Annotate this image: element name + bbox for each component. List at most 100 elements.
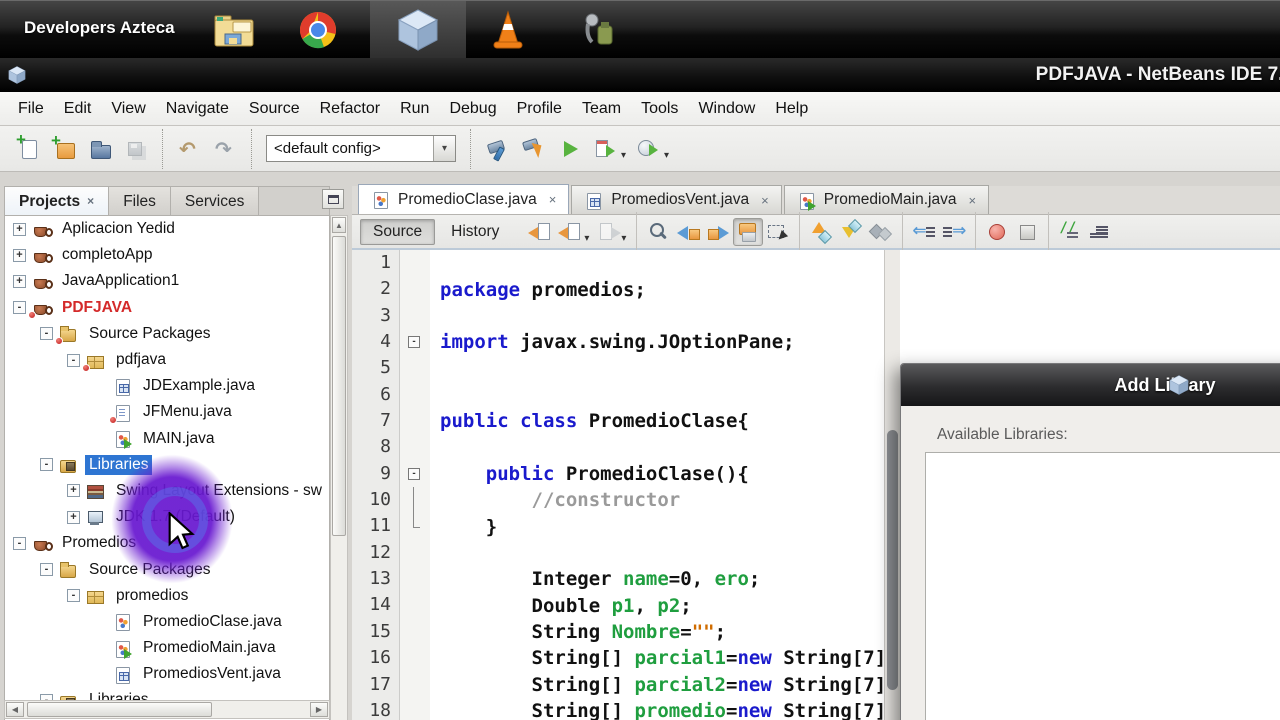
tree-expand-handle[interactable]: - xyxy=(13,301,26,314)
title-bar[interactable]: PDFJAVA - NetBeans IDE 7.2 xyxy=(0,58,1280,92)
netbeans-taskbar-item[interactable] xyxy=(370,1,466,59)
close-icon[interactable]: × xyxy=(549,192,557,207)
comment-button[interactable] xyxy=(1055,218,1085,246)
tree-row[interactable]: -pdfjava xyxy=(5,347,329,373)
menu-navigate[interactable]: Navigate xyxy=(156,93,239,125)
minimize-panel-button[interactable] xyxy=(322,189,344,209)
tree-vscroll-thumb[interactable] xyxy=(332,236,346,536)
code-line[interactable]: 4-import javax.swing.JOptionPane; xyxy=(352,329,1280,355)
close-icon[interactable]: × xyxy=(87,188,94,215)
editor-tab-promediosvent.java[interactable]: PromediosVent.java× xyxy=(571,185,781,214)
fold-collapse-icon[interactable]: - xyxy=(408,468,420,480)
code-line[interactable]: 3 xyxy=(352,303,1280,329)
undo-button[interactable] xyxy=(171,131,207,167)
tree-row[interactable]: MAIN.java xyxy=(5,426,329,452)
scroll-up-icon[interactable]: ▲ xyxy=(332,217,346,233)
tree-expand-handle[interactable]: + xyxy=(67,511,80,524)
menu-run[interactable]: Run xyxy=(390,93,439,125)
config-combo[interactable]: <default config>▾ xyxy=(266,135,456,162)
forward-button[interactable] xyxy=(593,218,623,246)
vlc-icon[interactable] xyxy=(486,9,530,51)
menu-help[interactable]: Help xyxy=(765,93,818,125)
tree-row[interactable]: -PDFJAVA xyxy=(5,295,329,321)
tree-expand-handle[interactable]: - xyxy=(67,354,80,367)
tree-expand-handle[interactable]: + xyxy=(13,275,26,288)
menu-team[interactable]: Team xyxy=(572,93,631,125)
menu-source[interactable]: Source xyxy=(239,93,310,125)
last-edit-button[interactable] xyxy=(526,218,556,246)
rect-selection-button[interactable] xyxy=(763,218,793,246)
tree-row[interactable]: -Source Packages xyxy=(5,321,329,347)
tree-row[interactable]: +JavaApplication1 xyxy=(5,268,329,294)
record-macro-button[interactable] xyxy=(982,218,1012,246)
open-project-button[interactable] xyxy=(82,131,118,167)
find-next-button[interactable] xyxy=(703,218,733,246)
new-project-button[interactable] xyxy=(46,131,82,167)
chrome-icon[interactable] xyxy=(296,9,340,51)
tree-vertical-scrollbar[interactable]: ▲ ▼ xyxy=(330,215,348,720)
scroll-left-icon[interactable]: ◀ xyxy=(6,702,24,717)
tree-expand-handle[interactable]: - xyxy=(67,589,80,602)
menu-debug[interactable]: Debug xyxy=(439,93,506,125)
editor-vertical-scrollbar[interactable] xyxy=(884,250,900,720)
prev-bookmark-button[interactable] xyxy=(806,218,836,246)
history-view-button[interactable]: History xyxy=(439,220,511,244)
menu-profile[interactable]: Profile xyxy=(507,93,572,125)
shift-left-button[interactable] xyxy=(909,218,939,246)
menu-refactor[interactable]: Refactor xyxy=(310,93,390,125)
source-view-button[interactable]: Source xyxy=(360,219,435,245)
profile-button[interactable] xyxy=(630,131,666,167)
menu-file[interactable]: File xyxy=(8,93,54,125)
tree-expand-handle[interactable]: + xyxy=(13,249,26,262)
debug-button[interactable] xyxy=(587,131,623,167)
shift-right-button[interactable] xyxy=(939,218,969,246)
scroll-right-icon[interactable]: ▶ xyxy=(310,702,328,717)
panel-tab-services[interactable]: Services xyxy=(171,187,259,215)
fold-collapse-icon[interactable]: - xyxy=(408,336,420,348)
find-previous-button[interactable] xyxy=(673,218,703,246)
dialog-title-bar[interactable]: Add Library xyxy=(901,364,1280,406)
tree-expand-handle[interactable]: + xyxy=(67,484,80,497)
toggle-bookmark-button[interactable] xyxy=(866,218,896,246)
run-button[interactable] xyxy=(551,131,587,167)
next-bookmark-button[interactable] xyxy=(836,218,866,246)
clean-build-button[interactable] xyxy=(515,131,551,167)
uncomment-button[interactable] xyxy=(1085,218,1115,246)
new-file-button[interactable] xyxy=(10,131,46,167)
menu-window[interactable]: Window xyxy=(688,93,765,125)
menu-tools[interactable]: Tools xyxy=(631,93,688,125)
panel-tab-projects[interactable]: Projects× xyxy=(5,187,109,215)
tree-expand-handle[interactable]: - xyxy=(40,327,53,340)
available-libraries-list[interactable]: ▲ xyxy=(925,452,1280,720)
tree-row[interactable]: PromediosVent.java xyxy=(5,661,329,687)
tree-expand-handle[interactable]: - xyxy=(13,537,26,550)
tree-hscroll-thumb[interactable] xyxy=(27,702,212,717)
editor-tab-promedioclase.java[interactable]: PromedioClase.java× xyxy=(358,184,569,214)
code-line[interactable]: 1 xyxy=(352,250,1280,276)
tree-row[interactable]: +completoApp xyxy=(5,242,329,268)
tree-row[interactable]: PromedioClase.java xyxy=(5,609,329,635)
editor-tab-promediomain.java[interactable]: PromedioMain.java× xyxy=(784,185,989,214)
code-line[interactable]: 2package promedios; xyxy=(352,276,1280,302)
highlight-search-button[interactable] xyxy=(733,218,763,246)
build-button[interactable] xyxy=(479,131,515,167)
close-icon[interactable]: × xyxy=(761,193,769,208)
find-button[interactable] xyxy=(643,218,673,246)
tree-horizontal-scrollbar[interactable]: ◀ ▶ xyxy=(4,700,330,719)
tree-row[interactable]: JFMenu.java xyxy=(5,399,329,425)
file-explorer-icon[interactable] xyxy=(212,9,256,51)
tree-expand-handle[interactable]: + xyxy=(13,223,26,236)
back-button[interactable] xyxy=(556,218,586,246)
gadget-icon[interactable] xyxy=(576,9,620,51)
panel-tab-files[interactable]: Files xyxy=(109,187,171,215)
redo-button[interactable] xyxy=(207,131,243,167)
tree-expand-handle[interactable]: - xyxy=(40,563,53,576)
tree-row[interactable]: PromedioMain.java xyxy=(5,635,329,661)
editor-vscroll-thumb[interactable] xyxy=(887,430,898,690)
save-all-button[interactable] xyxy=(118,131,154,167)
menu-edit[interactable]: Edit xyxy=(54,93,102,125)
close-icon[interactable]: × xyxy=(968,193,976,208)
menu-view[interactable]: View xyxy=(101,93,155,125)
tree-expand-handle[interactable]: - xyxy=(40,458,53,471)
stop-macro-button[interactable] xyxy=(1012,218,1042,246)
